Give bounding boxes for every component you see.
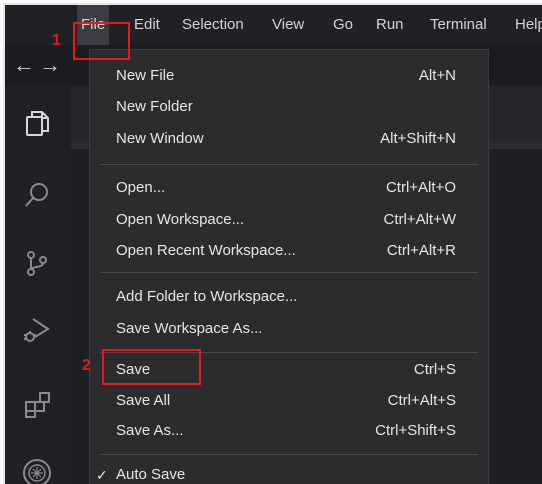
menu-item-label: Save Workspace As... — [116, 320, 263, 337]
menu-item-shortcut: Ctrl+Alt+S — [387, 392, 456, 409]
account-icon[interactable] — [21, 457, 53, 484]
menu-item-new-window[interactable]: New Window Alt+Shift+N — [90, 124, 488, 154]
menu-item-save-as[interactable]: Save As... Ctrl+Shift+S — [90, 416, 488, 446]
forward-arrow-icon[interactable]: → — [39, 52, 61, 78]
menu-item-label: New Folder — [116, 98, 193, 115]
menu-item-label: Open... — [116, 179, 166, 196]
checkmark-icon: ✓ — [96, 467, 108, 483]
file-menu-dropdown: New File Alt+N New Folder New Window Alt… — [89, 49, 489, 484]
menu-item-label: Auto Save — [116, 466, 186, 483]
menu-edit[interactable]: Edit — [130, 5, 164, 45]
menu-item-shortcut: Ctrl+Shift+S — [375, 422, 456, 439]
highlight-box-file — [73, 22, 130, 60]
step-number-1: 1 — [52, 32, 61, 49]
menu-item-shortcut: Ctrl+Alt+W — [383, 211, 456, 228]
explorer-icon[interactable] — [21, 107, 53, 139]
app-window: File Edit Selection View Go Run Terminal… — [3, 3, 542, 484]
step-number-2: 2 — [82, 357, 91, 374]
menu-item-label: Save All — [116, 392, 171, 409]
menu-item-shortcut: Ctrl+Alt+O — [385, 179, 456, 196]
menu-separator — [100, 164, 478, 165]
menu-item-shortcut: Ctrl+Alt+R — [386, 242, 456, 259]
menu-item-add-folder-to-workspace[interactable]: Add Folder to Workspace... — [90, 282, 488, 312]
menu-item-label: Open Workspace... — [116, 211, 245, 228]
menu-item-shortcut: Alt+Shift+N — [380, 130, 456, 147]
menu-item-label: Open Recent Workspace... — [116, 242, 296, 259]
menu-item-open-workspace[interactable]: Open Workspace... Ctrl+Alt+W — [90, 205, 488, 235]
menu-help[interactable]: Help — [511, 5, 542, 45]
highlight-box-save — [102, 349, 201, 385]
menu-go[interactable]: Go — [329, 5, 357, 45]
menu-item-label: Add Folder to Workspace... — [116, 288, 298, 305]
run-debug-icon[interactable] — [21, 313, 53, 345]
menu-item-label: Save As... — [116, 422, 184, 439]
menu-item-save-workspace-as[interactable]: Save Workspace As... — [90, 314, 488, 344]
menu-separator — [100, 454, 478, 455]
menu-item-label: New File — [116, 67, 175, 84]
menu-terminal[interactable]: Terminal — [426, 5, 491, 45]
menu-item-shortcut: Ctrl+S — [413, 361, 456, 378]
menu-view[interactable]: View — [268, 5, 308, 45]
menu-item-new-folder[interactable]: New Folder — [90, 92, 488, 122]
menu-item-open-recent-workspace[interactable]: Open Recent Workspace... Ctrl+Alt+R — [90, 236, 488, 266]
menu-item-new-file[interactable]: New File Alt+N — [90, 61, 488, 91]
menu-run[interactable]: Run — [372, 5, 408, 45]
menu-item-auto-save[interactable]: ✓ Auto Save — [90, 460, 488, 484]
back-arrow-icon[interactable]: ← — [13, 52, 35, 78]
activity-bar — [5, 85, 71, 484]
menu-separator — [100, 272, 478, 273]
menu-item-open[interactable]: Open... Ctrl+Alt+O — [90, 173, 488, 203]
search-icon[interactable] — [21, 179, 53, 211]
menu-item-label: New Window — [116, 130, 204, 147]
extensions-icon[interactable] — [21, 388, 53, 420]
menu-selection[interactable]: Selection — [178, 5, 248, 45]
menu-item-save-all[interactable]: Save All Ctrl+Alt+S — [90, 386, 488, 416]
menu-item-shortcut: Alt+N — [418, 67, 456, 84]
source-control-icon[interactable] — [21, 247, 53, 279]
